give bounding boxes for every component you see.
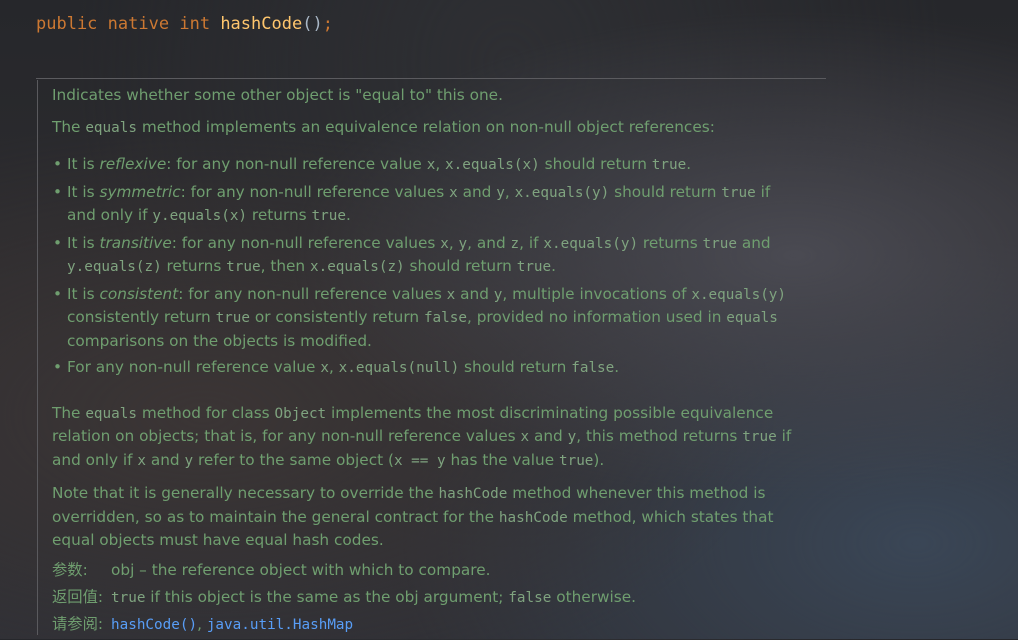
bullet-icon: •	[53, 358, 63, 376]
link-hashmap[interactable]: java.util.HashMap	[207, 617, 353, 633]
doc-tags: 参数: obj – the reference object with whic…	[52, 559, 802, 640]
doc-equivalence-para: The equals method implements an equivale…	[52, 117, 715, 136]
params-text: obj – the reference object with which to…	[111, 560, 491, 579]
bullet-icon: •	[53, 155, 63, 173]
see-also-links: hashCode(), java.util.HashMap	[111, 614, 354, 633]
see-also-row: 请参阅: hashCode(), java.util.HashMap	[52, 613, 802, 640]
list-item-symmetric: • It is symmetric: for any non-null refer…	[53, 182, 771, 225]
params-row: 参数: obj – the reference object with whic…	[52, 559, 802, 586]
javadoc-block: Indicates whether some other object is "…	[52, 84, 802, 640]
returns-label: 返回值:	[52, 587, 104, 606]
bullet-icon: •	[53, 284, 63, 303]
returns-row: 返回值: true if this object is the same as …	[52, 586, 802, 613]
list-item-reflexive: • It is reflexive: for any non-null refer…	[52, 153, 802, 177]
open-paren: (	[302, 14, 313, 34]
params-label: 参数:	[52, 560, 88, 579]
bullet-icon: •	[53, 233, 63, 252]
method-signature: public native int hashCode();	[36, 14, 333, 34]
bullet-icon: •	[53, 182, 63, 201]
method-name: hashCode	[220, 14, 303, 34]
doc-gutter-rail	[37, 80, 38, 635]
doc-intro: Indicates whether some other object is "…	[52, 86, 503, 104]
equivalence-properties-list: • It is reflexive: for any non-null refer…	[52, 153, 802, 380]
doc-hashcode-note: Note that it is generally necessary to o…	[52, 484, 774, 549]
modifier-public: public	[36, 14, 98, 34]
list-item-consistent: • It is consistent: for any non-null refe…	[53, 284, 787, 350]
doc-separator	[36, 78, 826, 79]
returns-text: true if this object is the same as the o…	[111, 587, 636, 606]
link-hashcode[interactable]: hashCode()	[111, 617, 197, 633]
return-type: int	[179, 14, 211, 34]
doc-object-equals-para: The equals method for class Object imple…	[52, 403, 792, 469]
close-paren: )	[312, 14, 323, 34]
list-item-transitive: • It is transitive: for any non-null refe…	[53, 233, 771, 276]
semicolon: ;	[322, 14, 333, 34]
modifier-native: native	[107, 14, 170, 34]
see-also-label: 请参阅:	[52, 614, 104, 633]
list-item-null: • For any non-null reference value x, x.e…	[52, 356, 802, 380]
